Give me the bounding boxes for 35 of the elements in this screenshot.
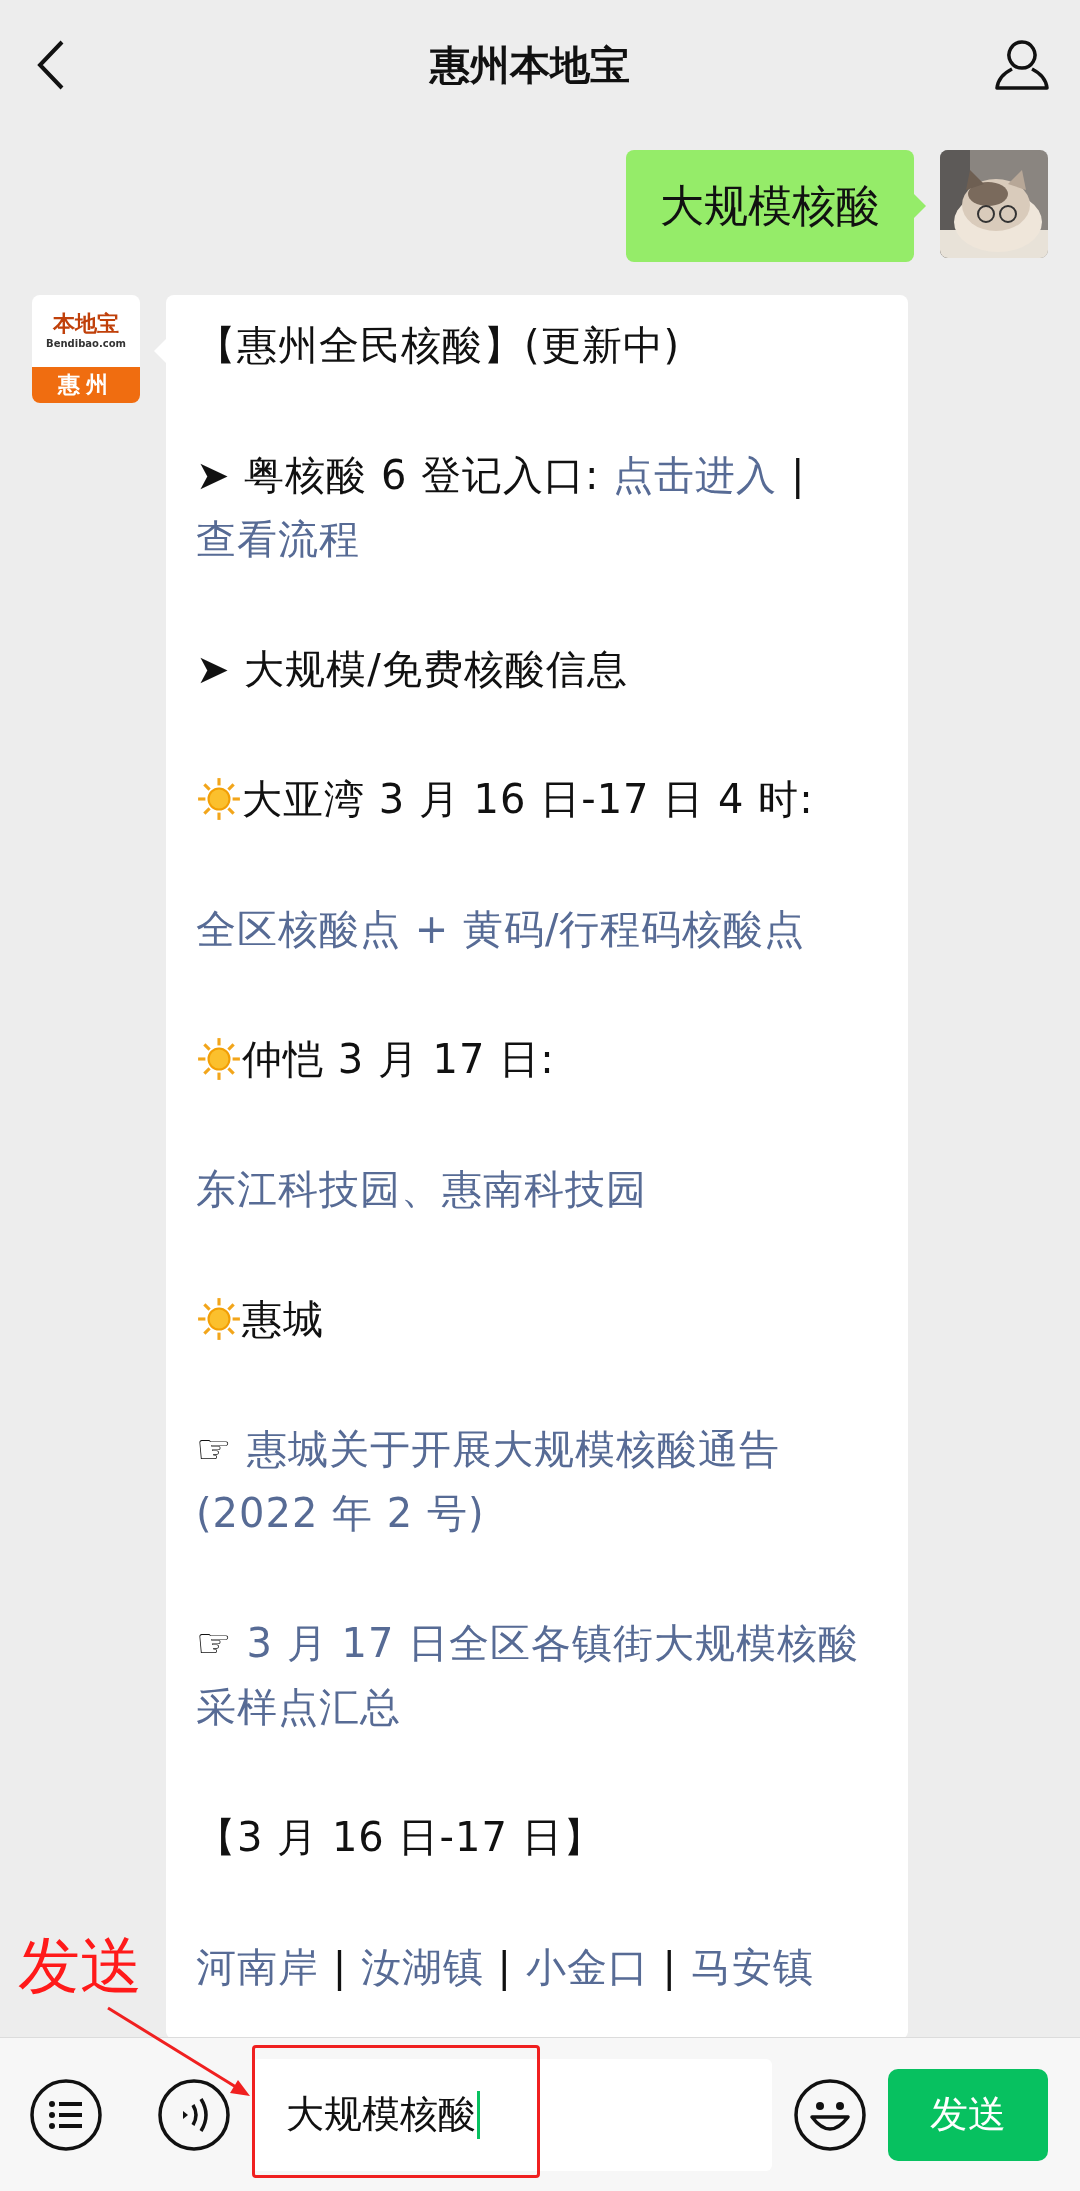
message-bubble: 大规模核酸 bbox=[626, 150, 914, 262]
article-link[interactable]: 全区核酸点 + 黄码/行程码核酸点 bbox=[196, 897, 892, 961]
sun-icon bbox=[196, 1036, 242, 1082]
article-link[interactable]: 东江科技园、惠南科技园 bbox=[196, 1157, 892, 1221]
article-line: 仲恺 3 月 17 日: bbox=[242, 1035, 555, 1084]
person-icon[interactable] bbox=[994, 39, 1050, 91]
voice-icon[interactable] bbox=[156, 2076, 232, 2153]
article-line: 【惠州全民核酸】(更新中) bbox=[196, 321, 682, 370]
annotation-label: 发送 bbox=[18, 1930, 142, 2002]
article-line: 惠城 bbox=[242, 1295, 324, 1344]
logo-site: Bendibao.com bbox=[46, 337, 126, 351]
article-line: 大亚湾 3 月 16 日-17 日 4 时: bbox=[242, 775, 814, 824]
logo-city: 惠州 bbox=[32, 367, 140, 403]
emoji-icon[interactable] bbox=[792, 2076, 868, 2153]
article-link[interactable]: 小金口 bbox=[525, 1944, 649, 1990]
logo-text: 本地宝 bbox=[53, 311, 119, 337]
article-link[interactable]: 汝湖镇 bbox=[360, 1944, 484, 1990]
bubble-tail bbox=[914, 194, 926, 218]
back-icon[interactable] bbox=[36, 39, 66, 91]
article-link[interactable]: ☞ 惠城关于开展大规模核酸通告(2022 年 2 号) bbox=[196, 1417, 892, 1545]
article-line: 河南岸 | 汝湖镇 | 小金口 | 马安镇 bbox=[196, 1943, 815, 1993]
sun-icon bbox=[196, 776, 242, 822]
article-link[interactable]: 点击进入 bbox=[613, 452, 778, 498]
menu-icon[interactable] bbox=[28, 2076, 104, 2153]
article-line: ➤ 粤核酸 6 登记入口: 点击进入 | 查看流程 bbox=[196, 451, 807, 564]
article-line: ➤ 大规模/免费核酸信息 bbox=[196, 645, 629, 694]
article-link[interactable]: 马安镇 bbox=[690, 1944, 814, 1990]
article-link[interactable]: ☞ 3 月 17 日全区各镇街大规模核酸采样点汇总 bbox=[196, 1611, 892, 1739]
article-link[interactable]: 查看流程 bbox=[196, 516, 360, 562]
article-line: 【3 月 16 日-17 日】 bbox=[196, 1813, 605, 1862]
account-logo[interactable]: 本地宝 Bendibao.com 惠州 bbox=[32, 295, 140, 403]
article-link[interactable]: 河南岸 bbox=[196, 1944, 319, 1990]
chat-title: 惠州本地宝 bbox=[430, 40, 630, 90]
message-input-field[interactable]: 大规模核酸 bbox=[252, 2058, 772, 2171]
sun-icon bbox=[196, 1296, 242, 1342]
